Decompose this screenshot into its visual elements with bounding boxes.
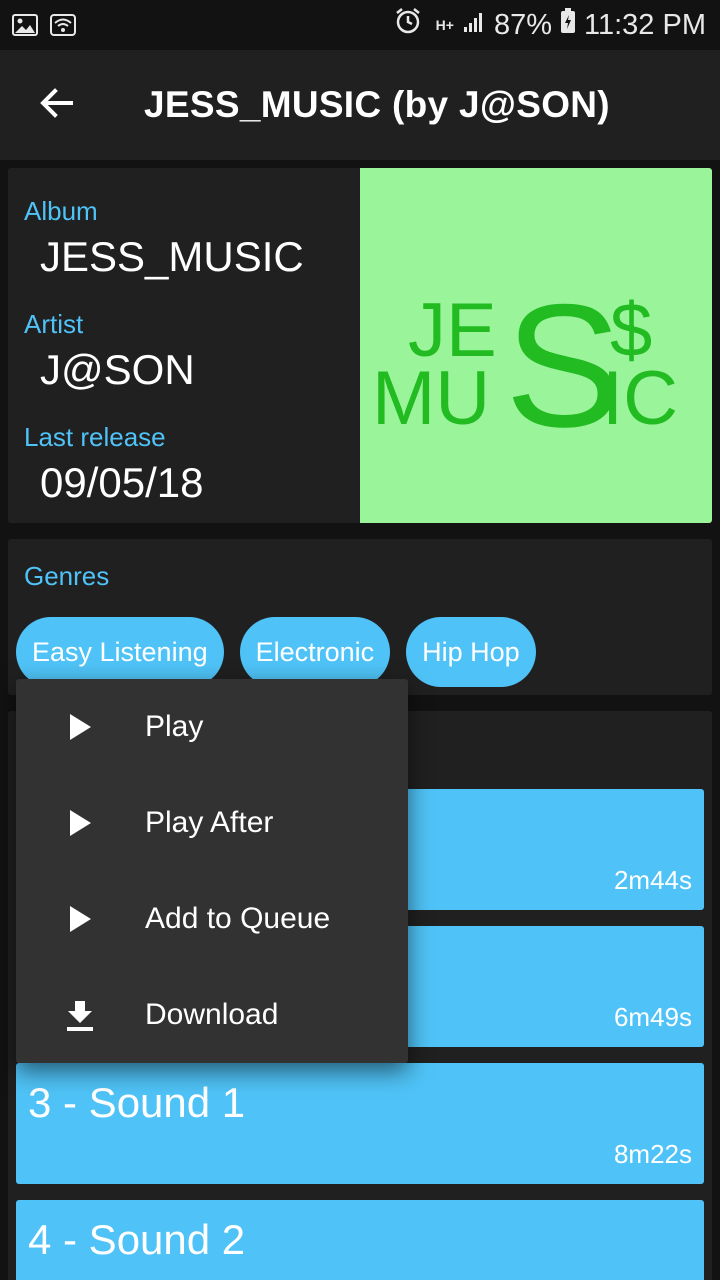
app-bar: JESS_MUSIC (by J@SON)	[0, 50, 720, 160]
image-notification-icon	[12, 14, 38, 36]
track-title: 3 - Sound 1	[28, 1079, 246, 1126]
wifi-notification-icon	[50, 14, 76, 36]
cover-text-ic: IC	[602, 356, 678, 441]
genre-chip[interactable]: Hip Hop	[406, 617, 536, 687]
album-value: JESS_MUSIC	[40, 233, 304, 280]
genres-card: Genres Easy Listening Electronic Hip Hop	[8, 539, 712, 695]
play-icon	[64, 711, 96, 743]
menu-item-play[interactable]: Play	[16, 679, 408, 775]
battery-icon	[560, 8, 576, 42]
alarm-icon	[394, 7, 422, 43]
menu-item-label: Play	[145, 710, 204, 743]
album-info-card: Album JESS_MUSIC Artist J@SON Last relea…	[8, 168, 712, 523]
menu-item-label: Play After	[145, 806, 274, 839]
back-button[interactable]	[0, 50, 112, 160]
track-context-menu: Play Play After Add to Queue Download	[16, 679, 408, 1063]
menu-item-label: Add to Queue	[145, 902, 331, 935]
release-label: Last release	[24, 422, 166, 452]
battery-percent: 87%	[493, 8, 553, 41]
album-cover: JE MU S $ IC	[360, 168, 712, 523]
genre-chips: Easy Listening Electronic Hip Hop	[16, 617, 536, 687]
track-duration: 6m49s	[613, 1002, 692, 1032]
download-icon	[64, 999, 96, 1031]
album-info: Album JESS_MUSIC	[24, 196, 304, 281]
genres-label: Genres	[24, 561, 110, 591]
cover-text-mu: MU	[372, 356, 490, 441]
track-duration: 2m44s	[613, 865, 692, 895]
menu-item-play-after[interactable]: Play After	[16, 775, 408, 871]
play-icon	[64, 903, 96, 935]
track-duration: 8m22s	[613, 1139, 692, 1169]
status-bar: H+ 87% 11:32 PM	[0, 0, 720, 50]
artist-value: J@SON	[40, 346, 195, 393]
signal-icon	[462, 9, 486, 42]
genre-chip[interactable]: Electronic	[239, 617, 391, 687]
clock: 11:32 PM	[584, 8, 706, 41]
menu-item-add-to-queue[interactable]: Add to Queue	[16, 871, 408, 967]
album-label: Album	[24, 196, 98, 226]
network-type-label: H+	[435, 17, 454, 33]
arrow-back-icon	[38, 85, 74, 126]
track-item[interactable]: 4 - Sound 2	[16, 1200, 704, 1280]
artist-info: Artist J@SON	[24, 309, 195, 394]
track-item[interactable]: 3 - Sound 1 8m22s	[16, 1063, 704, 1184]
page-title: JESS_MUSIC (by J@SON)	[144, 84, 610, 125]
track-title: 4 - Sound 2	[28, 1216, 246, 1263]
play-icon	[64, 807, 96, 839]
menu-item-download[interactable]: Download	[16, 967, 408, 1063]
artist-label: Artist	[24, 309, 84, 339]
release-value: 09/05/18	[40, 459, 204, 506]
genre-chip[interactable]: Easy Listening	[16, 617, 224, 687]
menu-item-label: Download	[145, 998, 279, 1031]
release-info: Last release 09/05/18	[24, 422, 204, 507]
